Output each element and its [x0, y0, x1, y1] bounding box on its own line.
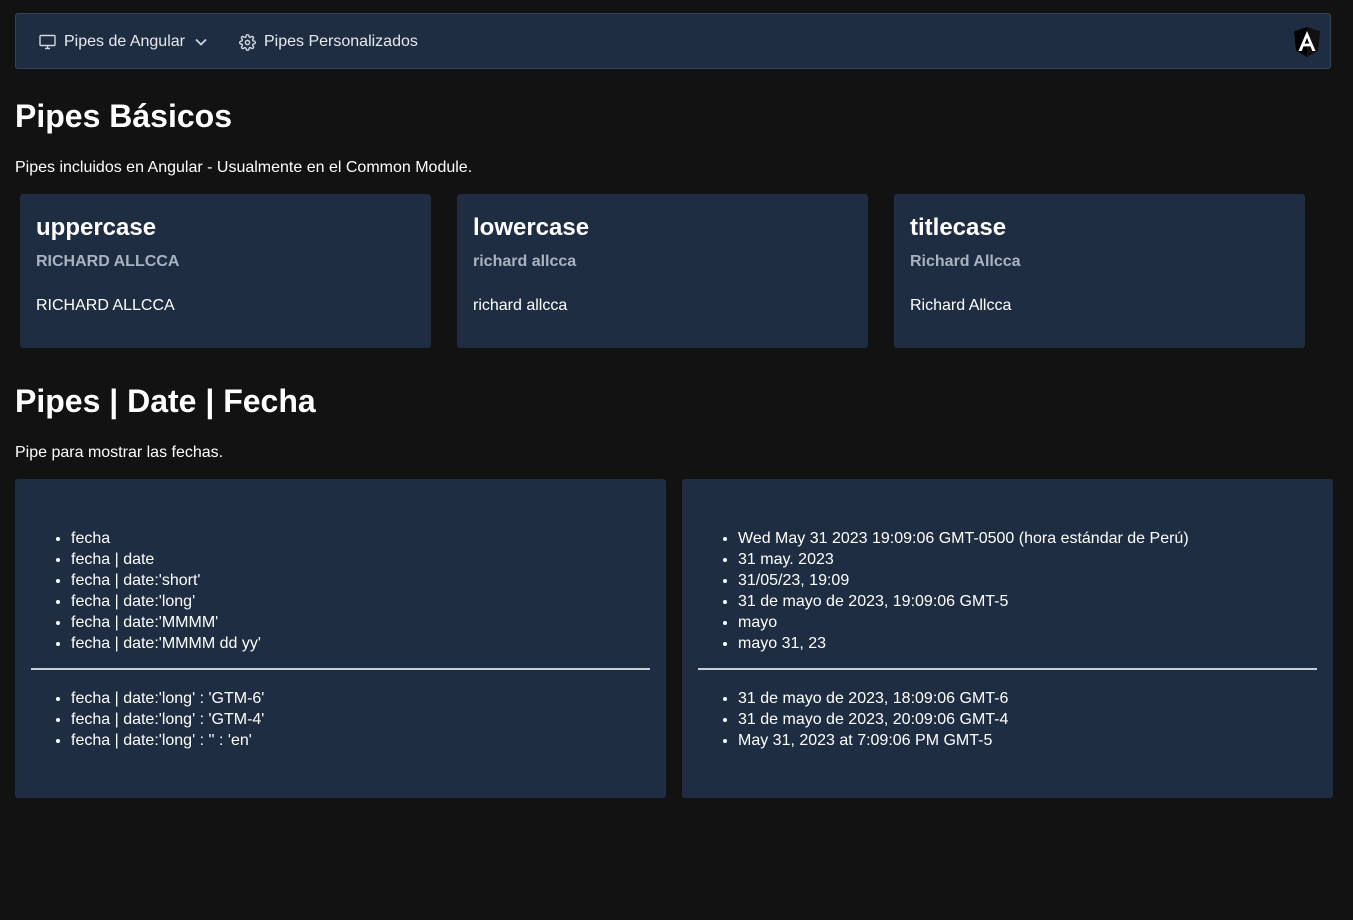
card-value: RICHARD ALLCCA — [36, 297, 175, 314]
chevron-down-icon — [195, 38, 207, 46]
expressions-list-bottom: fecha | date:'long' : 'GTM-6' fecha | da… — [71, 688, 264, 751]
list-item: Wed May 31 2023 19:09:06 GMT-0500 (hora … — [738, 528, 1189, 549]
angular-logo[interactable] — [1293, 26, 1321, 58]
card-subtitle: RICHARD ALLCCA — [36, 253, 180, 270]
list-item: fecha | date:'long' : 'GTM-4' — [71, 709, 264, 730]
section-title-date: Pipes | Date | Fecha — [15, 383, 316, 419]
list-item: fecha | date:'short' — [71, 570, 261, 591]
list-item: fecha | date:'MMMM' — [71, 612, 261, 633]
expressions-list-top: fecha fecha | date fecha | date:'short' … — [71, 528, 261, 654]
list-item: fecha — [71, 528, 261, 549]
section-title-basic: Pipes Básicos — [15, 98, 232, 134]
list-item: fecha | date:'long' : '' : 'en' — [71, 730, 264, 751]
list-item: May 31, 2023 at 7:09:06 PM GMT-5 — [738, 730, 1008, 751]
menu-item-label: Pipes de Angular — [64, 33, 185, 50]
card-subtitle: Richard Allcca — [910, 253, 1021, 270]
desktop-icon — [39, 34, 56, 50]
menu-item-pipes-personalizados[interactable]: Pipes Personalizados — [239, 14, 418, 70]
section-description-basic: Pipes incluidos en Angular - Usualmente … — [15, 159, 473, 176]
divider — [698, 668, 1317, 670]
date-expressions-panel: fecha fecha | date fecha | date:'short' … — [15, 479, 666, 798]
menu-item-label: Pipes Personalizados — [264, 33, 418, 50]
divider — [31, 668, 650, 670]
list-item: 31 may. 2023 — [738, 549, 1189, 570]
card-title: lowercase — [473, 214, 590, 241]
gear-icon — [239, 33, 256, 51]
results-list-bottom: 31 de mayo de 2023, 18:09:06 GMT-6 31 de… — [738, 688, 1008, 751]
list-item: 31 de mayo de 2023, 19:09:06 GMT-5 — [738, 591, 1189, 612]
list-item: fecha | date:'long' : 'GTM-6' — [71, 688, 264, 709]
card-value: richard allcca — [473, 297, 568, 314]
card-uppercase: uppercase RICHARD ALLCCA RICHARD ALLCCA — [20, 194, 431, 348]
card-lowercase: lowercase richard allcca richard allcca — [457, 194, 868, 348]
card-value: Richard Allcca — [910, 297, 1012, 314]
card-title: titlecase — [910, 214, 1007, 241]
date-results-panel: Wed May 31 2023 19:09:06 GMT-0500 (hora … — [682, 479, 1333, 798]
card-titlecase: titlecase Richard Allcca Richard Allcca — [894, 194, 1305, 348]
list-item: mayo — [738, 612, 1189, 633]
list-item: mayo 31, 23 — [738, 633, 1189, 654]
list-item: 31/05/23, 19:09 — [738, 570, 1189, 591]
list-item: fecha | date:'long' — [71, 591, 261, 612]
card-subtitle: richard allcca — [473, 253, 577, 270]
results-list-top: Wed May 31 2023 19:09:06 GMT-0500 (hora … — [738, 528, 1189, 654]
section-description-date: Pipe para mostrar las fechas. — [15, 444, 224, 461]
list-item: fecha | date — [71, 549, 261, 570]
list-item: 31 de mayo de 2023, 20:09:06 GMT-4 — [738, 709, 1008, 730]
menu-item-pipes-angular[interactable]: Pipes de Angular — [39, 14, 207, 70]
list-item: fecha | date:'MMMM dd yy' — [71, 633, 261, 654]
list-item: 31 de mayo de 2023, 18:09:06 GMT-6 — [738, 688, 1008, 709]
card-title: uppercase — [36, 214, 157, 241]
menubar: Pipes de Angular Pipes Personalizados — [15, 13, 1331, 69]
